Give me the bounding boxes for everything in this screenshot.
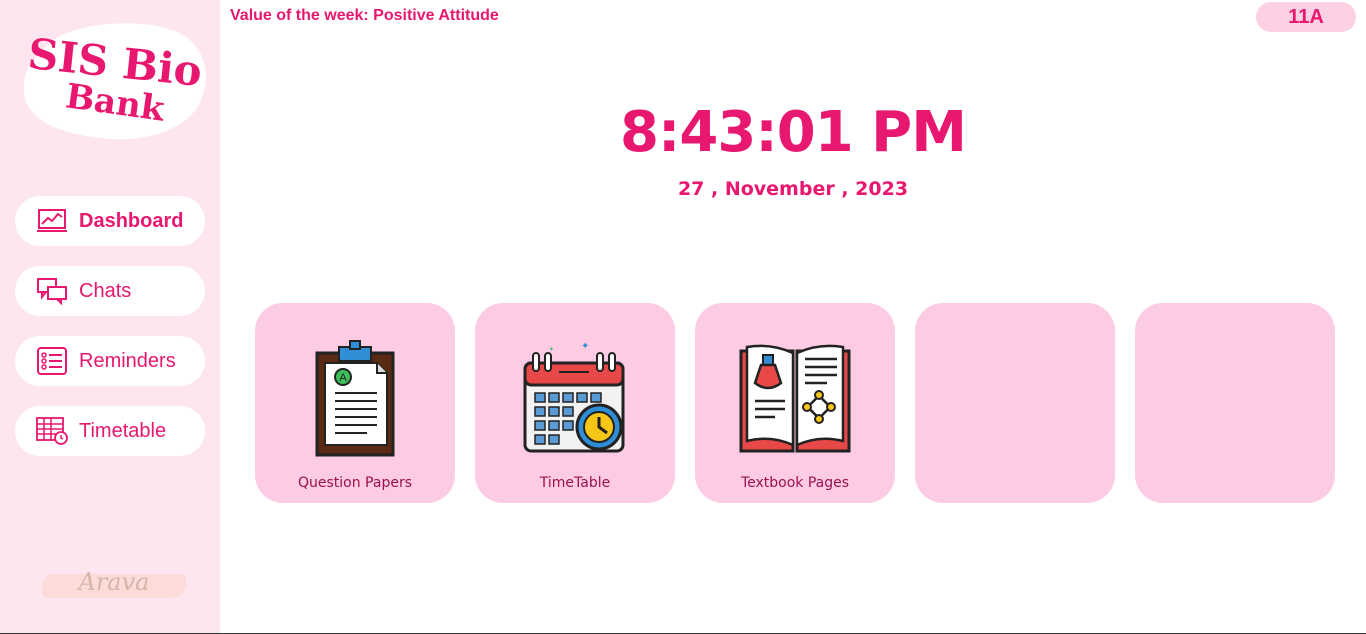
sidebar-item-chats[interactable]: Chats: [15, 266, 205, 316]
sidebar-item-label: Dashboard: [79, 209, 184, 232]
tile-empty-1[interactable]: [915, 303, 1115, 503]
calendar-clock-icon: ✦ ✦: [523, 341, 625, 453]
tile-label: Textbook Pages: [740, 475, 850, 491]
svg-text:✦: ✦: [549, 346, 554, 353]
logo[interactable]: SIS Bio Bank: [22, 22, 208, 142]
value-of-the-week: Value of the week: Positive Attitude: [230, 7, 499, 24]
sidebar-item-dashboard[interactable]: Dashboard: [15, 196, 205, 246]
tile-label: Question Papers: [297, 475, 412, 491]
class-badge[interactable]: 11A: [1256, 2, 1356, 32]
clipboard-exam-icon: A: [315, 340, 395, 457]
sidebar: SIS Bio Bank Dashboard Chats Reminders T…: [0, 0, 220, 633]
sidebar-item-label: Reminders: [79, 349, 176, 372]
tile-question-papers[interactable]: A Question Papers: [255, 303, 455, 503]
signature-text: Arava: [78, 568, 150, 596]
tile-textbook-pages[interactable]: Textbook Pages: [695, 303, 895, 503]
tile-empty-2[interactable]: [1135, 303, 1335, 503]
svg-text:A: A: [339, 372, 347, 384]
sidebar-item-label: Chats: [79, 279, 132, 302]
tile-timetable[interactable]: ✦ ✦ TimeTable: [475, 303, 675, 503]
clock-date: 27 , November , 2023: [677, 178, 909, 200]
svg-text:✦: ✦: [581, 341, 589, 352]
table-clock-icon: [35, 417, 69, 445]
sidebar-item-reminders[interactable]: Reminders: [15, 336, 205, 386]
science-book-icon: [739, 344, 851, 453]
clock-time: 8:43:01 PM: [620, 100, 967, 165]
tile-label: TimeTable: [539, 475, 611, 491]
signature: Arava: [42, 568, 186, 602]
sidebar-item-label: Timetable: [79, 419, 167, 442]
list-icon: [35, 347, 69, 375]
chart-laptop-icon: [35, 207, 69, 235]
chat-bubbles-icon: [35, 277, 69, 305]
sidebar-item-timetable[interactable]: Timetable: [15, 406, 205, 456]
